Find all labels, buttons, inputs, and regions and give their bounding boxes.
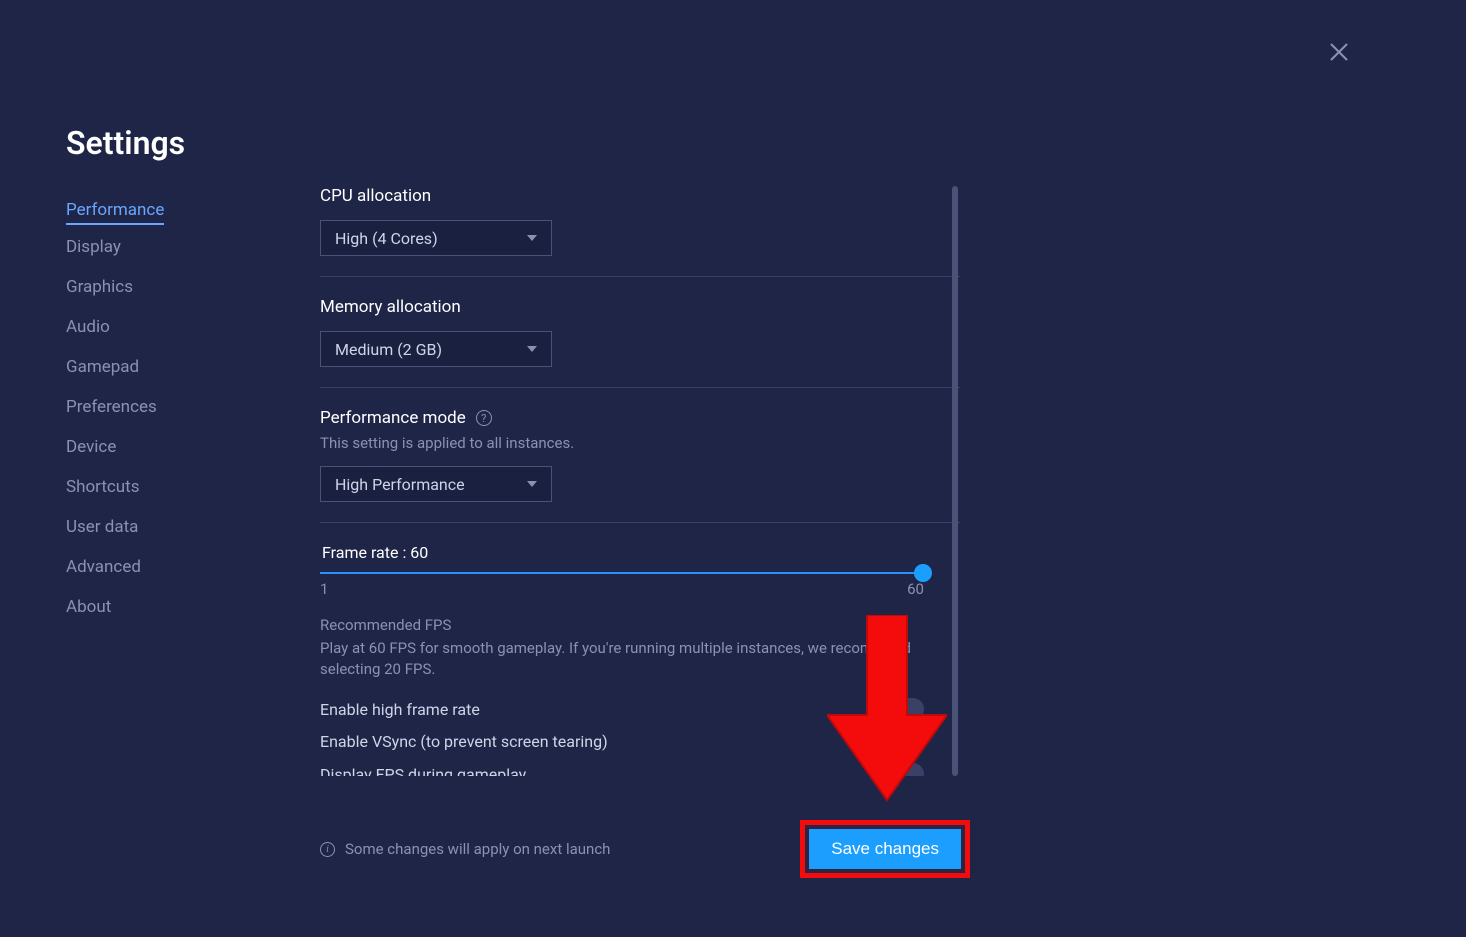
frame-rate-label: Frame rate : 60 xyxy=(322,543,960,562)
frame-rate-slider[interactable] xyxy=(320,572,924,574)
close-button[interactable] xyxy=(1327,40,1351,64)
sidebar-item-display[interactable]: Display xyxy=(66,229,236,265)
sidebar-item-gamepad[interactable]: Gamepad xyxy=(66,349,236,385)
memory-allocation-select[interactable]: Medium (2 GB) xyxy=(320,331,552,367)
enable-high-fps-label: Enable high frame rate xyxy=(320,700,480,719)
frame-rate-slider-thumb[interactable] xyxy=(914,564,932,582)
sidebar-item-audio[interactable]: Audio xyxy=(66,309,236,345)
display-fps-row: Display FPS during gameplay xyxy=(320,763,924,776)
frame-rate-range: 1 60 xyxy=(320,580,924,598)
enable-high-fps-row: Enable high frame rate xyxy=(320,698,924,720)
chevron-down-icon xyxy=(527,235,537,241)
frame-rate-section: Frame rate : 60 1 60 Recommended FPS Pla… xyxy=(320,543,960,776)
footer-info: i Some changes will apply on next launch xyxy=(320,840,610,858)
save-button-highlight: Save changes xyxy=(800,820,970,878)
frame-rate-min: 1 xyxy=(320,580,328,598)
toggle-knob xyxy=(887,701,903,717)
sidebar-item-advanced[interactable]: Advanced xyxy=(66,549,236,585)
sidebar-item-preferences[interactable]: Preferences xyxy=(66,389,236,425)
sidebar-item-graphics[interactable]: Graphics xyxy=(66,269,236,305)
memory-allocation-section: Memory allocation Medium (2 GB) xyxy=(320,297,960,388)
footer-info-text: Some changes will apply on next launch xyxy=(345,840,610,858)
settings-sidebar: Performance Display Graphics Audio Gamep… xyxy=(66,192,236,629)
save-changes-button[interactable]: Save changes xyxy=(809,829,961,869)
close-icon xyxy=(1327,40,1351,64)
sidebar-item-performance[interactable]: Performance xyxy=(66,192,164,225)
performance-mode-section: Performance mode ? This setting is appli… xyxy=(320,408,960,523)
cpu-allocation-label: CPU allocation xyxy=(320,186,960,206)
frame-rate-max: 60 xyxy=(907,580,924,598)
enable-high-fps-toggle[interactable] xyxy=(884,698,924,720)
footer: i Some changes will apply on next launch… xyxy=(320,820,970,878)
toggle-knob xyxy=(887,766,903,776)
sidebar-item-shortcuts[interactable]: Shortcuts xyxy=(66,469,236,505)
chevron-down-icon xyxy=(527,346,537,352)
performance-mode-label: Performance mode ? xyxy=(320,408,960,428)
recommended-fps-text: Play at 60 FPS for smooth gameplay. If y… xyxy=(320,638,960,680)
info-icon: i xyxy=(320,842,335,857)
sidebar-item-device[interactable]: Device xyxy=(66,429,236,465)
cpu-allocation-section: CPU allocation High (4 Cores) xyxy=(320,186,960,277)
sidebar-item-user-data[interactable]: User data xyxy=(66,509,236,545)
display-fps-label: Display FPS during gameplay xyxy=(320,765,526,777)
help-icon[interactable]: ? xyxy=(476,410,492,426)
cpu-allocation-select[interactable]: High (4 Cores) xyxy=(320,220,552,256)
memory-allocation-value: Medium (2 GB) xyxy=(335,340,442,359)
performance-mode-value: High Performance xyxy=(335,475,465,494)
scrollbar[interactable] xyxy=(952,186,958,776)
recommended-fps-title: Recommended FPS xyxy=(320,616,960,634)
page-title: Settings xyxy=(66,124,185,162)
enable-vsync-row: Enable VSync (to prevent screen tearing) xyxy=(320,732,924,751)
enable-vsync-label: Enable VSync (to prevent screen tearing) xyxy=(320,732,608,751)
cpu-allocation-value: High (4 Cores) xyxy=(335,229,438,248)
performance-mode-select[interactable]: High Performance xyxy=(320,466,552,502)
performance-mode-sublabel: This setting is applied to all instances… xyxy=(320,434,960,452)
memory-allocation-label: Memory allocation xyxy=(320,297,960,317)
chevron-down-icon xyxy=(527,481,537,487)
content-area: CPU allocation High (4 Cores) Memory all… xyxy=(320,186,960,776)
sidebar-item-about[interactable]: About xyxy=(66,589,236,625)
display-fps-toggle[interactable] xyxy=(884,763,924,776)
